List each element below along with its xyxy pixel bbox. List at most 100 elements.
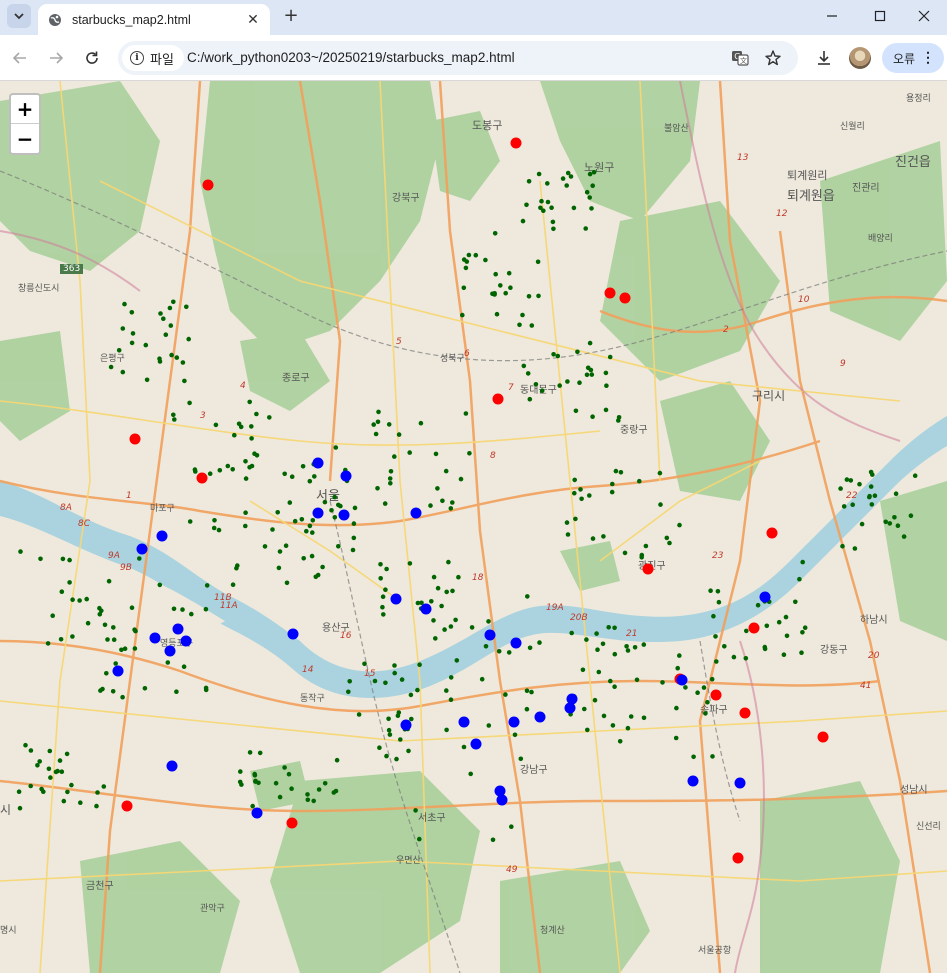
green-store-marker[interactable] xyxy=(557,383,562,388)
green-store-marker[interactable] xyxy=(841,504,847,509)
green-store-marker[interactable] xyxy=(468,771,474,777)
green-store-marker[interactable] xyxy=(225,463,231,469)
green-store-marker[interactable] xyxy=(494,311,500,317)
green-store-marker[interactable] xyxy=(129,340,135,346)
green-store-marker[interactable] xyxy=(413,808,418,813)
green-store-marker[interactable] xyxy=(102,622,108,628)
green-store-marker[interactable] xyxy=(545,199,551,205)
green-store-marker[interactable] xyxy=(844,477,850,482)
green-store-marker[interactable] xyxy=(352,505,358,511)
green-store-marker[interactable] xyxy=(310,518,316,523)
green-store-marker[interactable] xyxy=(473,252,479,258)
green-store-marker[interactable] xyxy=(388,481,393,486)
green-store-marker[interactable] xyxy=(174,355,180,360)
green-store-marker[interactable] xyxy=(47,748,53,754)
green-store-marker[interactable] xyxy=(186,336,191,342)
green-store-marker[interactable] xyxy=(637,478,642,484)
green-store-marker[interactable] xyxy=(380,594,386,599)
green-store-marker[interactable] xyxy=(448,624,454,629)
blue-store-marker[interactable] xyxy=(734,777,746,789)
green-store-marker[interactable] xyxy=(703,711,708,716)
green-store-marker[interactable] xyxy=(77,598,82,603)
green-store-marker[interactable] xyxy=(277,549,283,554)
green-store-marker[interactable] xyxy=(664,535,670,541)
green-store-marker[interactable] xyxy=(316,787,322,792)
blue-store-marker[interactable] xyxy=(410,507,422,519)
green-store-marker[interactable] xyxy=(625,648,631,653)
green-store-marker[interactable] xyxy=(588,367,594,373)
green-store-marker[interactable] xyxy=(506,270,512,276)
green-store-marker[interactable] xyxy=(372,678,378,684)
green-store-marker[interactable] xyxy=(439,603,444,609)
green-store-marker[interactable] xyxy=(587,171,593,177)
green-store-marker[interactable] xyxy=(545,181,550,186)
green-store-marker[interactable] xyxy=(101,784,107,789)
green-store-marker[interactable] xyxy=(573,516,578,522)
green-store-marker[interactable] xyxy=(895,523,901,528)
green-store-marker[interactable] xyxy=(592,697,598,703)
green-store-marker[interactable] xyxy=(591,169,597,175)
green-store-marker[interactable] xyxy=(384,566,389,572)
green-store-marker[interactable] xyxy=(618,470,624,475)
blue-store-marker[interactable] xyxy=(484,629,496,641)
green-store-marker[interactable] xyxy=(383,587,388,592)
green-store-marker[interactable] xyxy=(800,630,805,635)
green-store-marker[interactable] xyxy=(463,265,469,271)
green-store-marker[interactable] xyxy=(463,411,469,416)
blue-store-marker[interactable] xyxy=(312,507,324,519)
green-store-marker[interactable] xyxy=(596,669,602,675)
green-store-marker[interactable] xyxy=(283,543,289,548)
green-store-marker[interactable] xyxy=(378,576,384,581)
green-store-marker[interactable] xyxy=(180,360,186,365)
green-store-marker[interactable] xyxy=(238,424,244,430)
blue-store-marker[interactable] xyxy=(340,470,352,482)
green-store-marker[interactable] xyxy=(525,371,531,376)
green-store-marker[interactable] xyxy=(130,331,136,336)
green-store-marker[interactable] xyxy=(675,665,680,671)
green-store-marker[interactable] xyxy=(382,501,388,506)
green-store-marker[interactable] xyxy=(579,496,584,502)
maximize-button[interactable] xyxy=(857,0,903,32)
green-store-marker[interactable] xyxy=(64,751,70,757)
green-store-marker[interactable] xyxy=(867,494,872,500)
blue-store-marker[interactable] xyxy=(470,738,482,750)
green-store-marker[interactable] xyxy=(351,535,357,541)
green-store-marker[interactable] xyxy=(580,667,586,673)
green-store-marker[interactable] xyxy=(603,407,609,413)
blue-store-marker[interactable] xyxy=(534,711,546,723)
green-store-marker[interactable] xyxy=(120,326,126,331)
green-store-marker[interactable] xyxy=(625,725,631,731)
green-store-marker[interactable] xyxy=(838,486,843,491)
green-store-marker[interactable] xyxy=(506,650,512,655)
green-store-marker[interactable] xyxy=(578,487,583,492)
url-text[interactable]: C:/work_python0203~/20250219/starbucks_m… xyxy=(187,50,515,65)
green-store-marker[interactable] xyxy=(628,714,634,719)
green-store-marker[interactable] xyxy=(95,790,100,795)
red-store-marker[interactable] xyxy=(817,731,829,743)
green-store-marker[interactable] xyxy=(850,502,855,508)
green-store-marker[interactable] xyxy=(277,794,283,800)
green-store-marker[interactable] xyxy=(305,797,311,803)
green-store-marker[interactable] xyxy=(908,513,914,518)
green-store-marker[interactable] xyxy=(37,759,42,764)
green-store-marker[interactable] xyxy=(524,202,529,208)
green-store-marker[interactable] xyxy=(564,183,569,188)
green-store-marker[interactable] xyxy=(250,803,255,809)
green-store-marker[interactable] xyxy=(859,521,865,527)
blue-store-marker[interactable] xyxy=(687,775,699,787)
green-store-marker[interactable] xyxy=(18,549,23,554)
green-store-marker[interactable] xyxy=(892,515,897,520)
green-store-marker[interactable] xyxy=(287,500,293,505)
green-store-marker[interactable] xyxy=(392,454,397,459)
green-store-marker[interactable] xyxy=(299,517,305,522)
green-store-marker[interactable] xyxy=(211,525,217,531)
green-store-marker[interactable] xyxy=(257,750,263,756)
green-store-marker[interactable] xyxy=(587,493,592,498)
green-store-marker[interactable] xyxy=(307,478,313,484)
green-store-marker[interactable] xyxy=(262,544,268,549)
green-store-marker[interactable] xyxy=(137,556,142,561)
green-store-marker[interactable] xyxy=(634,677,640,683)
green-store-marker[interactable] xyxy=(187,519,193,524)
green-store-marker[interactable] xyxy=(305,792,310,797)
green-store-marker[interactable] xyxy=(180,607,185,612)
